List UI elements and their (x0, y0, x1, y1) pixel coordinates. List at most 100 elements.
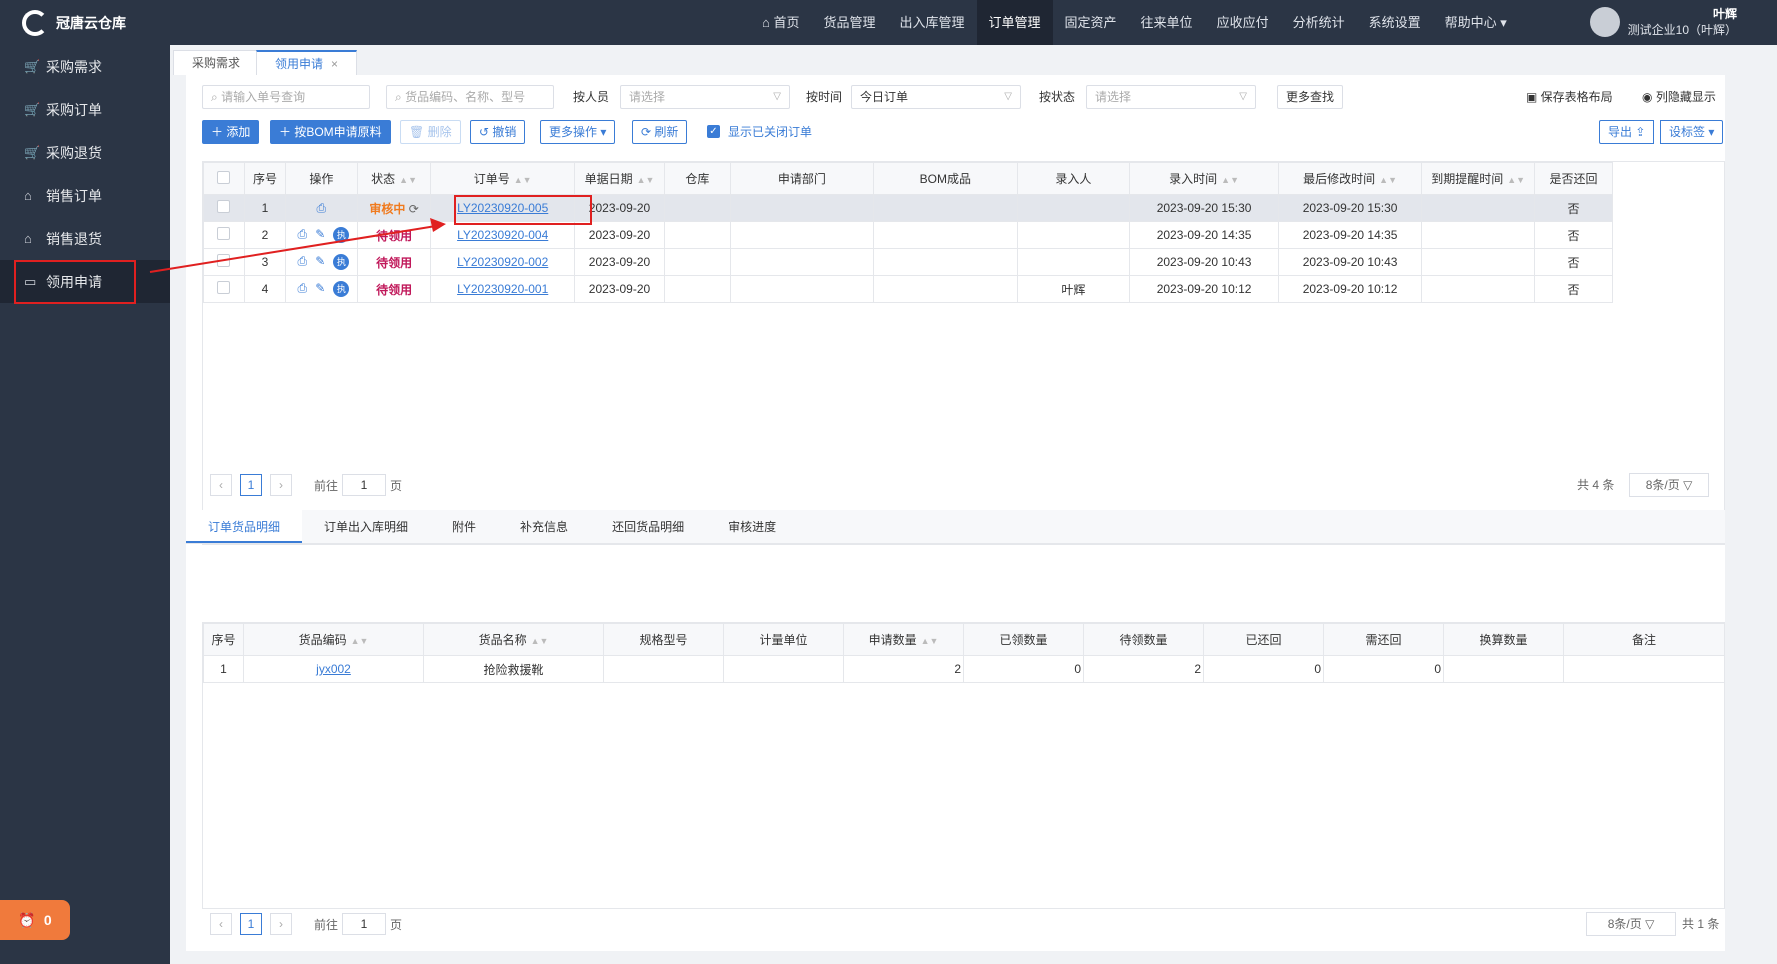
goto-page-input[interactable]: 1 (342, 474, 387, 496)
nav-item[interactable]: 应收应付 (1205, 0, 1281, 45)
goods-search-input[interactable]: ⌕ 货品编码、名称、型号 (386, 85, 554, 109)
nav-item[interactable]: 帮助中心 ▾ (1433, 0, 1519, 45)
delete-button[interactable]: 🗑 删除 (400, 120, 461, 144)
sidebar-item-sales-order[interactable]: ⌂ 销售订单 (0, 174, 170, 217)
entrant-select[interactable]: 请选择 ▽ (620, 85, 790, 109)
nav-item[interactable]: 订单管理 (976, 0, 1053, 45)
user-menu[interactable]: 叶辉 测试企业10（叶辉） (1589, 6, 1737, 38)
print-icon[interactable]: ⎙ (312, 201, 330, 216)
close-icon[interactable]: × (331, 57, 338, 71)
print-icon[interactable]: ⎙ (293, 227, 311, 242)
sort-icon[interactable]: ▲▼ (921, 636, 939, 646)
detail-tab[interactable]: 还回货品明细 (590, 510, 706, 543)
detail-tab[interactable]: 审核进度 (706, 510, 798, 543)
column-hide-link[interactable]: ◉ 列隐藏显示 (1642, 85, 1716, 109)
page-number[interactable]: 1 (240, 474, 262, 496)
next-page-button[interactable]: › (270, 474, 292, 496)
sort-icon[interactable]: ▲▼ (531, 636, 549, 646)
sort-icon[interactable]: ▲▼ (1507, 175, 1525, 185)
status-select[interactable]: 请选择 ▽ (1086, 85, 1256, 109)
detail-tab[interactable]: 订单出入库明细 (302, 510, 430, 543)
col-header[interactable]: 到期提醒时间 ▲▼ (1421, 162, 1536, 195)
detail-tab[interactable]: 订单货品明细 (186, 510, 303, 543)
col-header[interactable]: 状态 ▲▼ (356, 162, 432, 195)
detail-tab[interactable]: 补充信息 (498, 510, 590, 543)
export-button[interactable]: 导出 ⇪ (1599, 120, 1655, 144)
row-pending: 2 (1083, 655, 1204, 683)
tab-purchase-demand[interactable]: 采购需求 (173, 50, 260, 75)
next-page-button[interactable]: › (270, 913, 292, 935)
col-header[interactable]: 最后修改时间 ▲▼ (1277, 162, 1423, 195)
more-search-button[interactable]: 更多查找 (1277, 85, 1344, 109)
add-button[interactable]: ＋ 添加 (202, 120, 260, 144)
sort-icon[interactable]: ▲▼ (1221, 175, 1239, 185)
goto-page-input[interactable]: 1 (342, 913, 387, 935)
sidebar-item-purchase-order[interactable]: 🛒 采购订单 (0, 88, 170, 131)
nav-item[interactable]: ⌂ 首页 (750, 0, 811, 45)
col-header[interactable]: 货品名称 ▲▼ (423, 623, 604, 656)
col-header[interactable]: 订单号 ▲▼ (430, 162, 575, 195)
sort-icon[interactable]: ▲▼ (351, 636, 369, 646)
execute-badge[interactable]: 执 (333, 254, 350, 270)
order-link[interactable]: LY20230920-001 (457, 282, 548, 296)
status-label: 按状态 (1039, 90, 1076, 104)
set-tag-button[interactable]: 设标签 ▾ (1660, 120, 1724, 144)
row-checkbox[interactable] (217, 200, 231, 213)
edit-icon[interactable]: ✎ (311, 281, 329, 295)
print-icon[interactable]: ⎙ (293, 281, 311, 296)
bom-request-button[interactable]: ＋ 按BOM申请原料 (270, 120, 391, 144)
sort-icon[interactable]: ▲▼ (399, 175, 417, 185)
nav-item[interactable]: 往来单位 (1129, 0, 1205, 45)
time-select[interactable]: 今日订单 ▽ (851, 85, 1021, 109)
nav-item[interactable]: 出入库管理 (888, 0, 977, 45)
col-header[interactable]: 申请数量 ▲▼ (843, 623, 964, 656)
table-row[interactable]: 1 ⎙ 审核中 ⟳ LY20230920-005 2023-09-20 2023-09-2… (203, 194, 1613, 222)
row-checkbox[interactable] (217, 281, 231, 294)
alarm-button[interactable]: ⏰ 0 (0, 900, 70, 940)
nav-item[interactable]: 固定资产 (1053, 0, 1129, 45)
table-row[interactable]: 4 ⎙ ✎ 执待领用 LY20230920-001 2023-09-20 叶辉 2023-09… (203, 275, 1613, 303)
nav-item[interactable]: 分析统计 (1281, 0, 1357, 45)
tab-requisition[interactable]: 领用申请 × (256, 50, 358, 75)
sort-icon[interactable]: ▲▼ (514, 175, 532, 185)
nav-item[interactable]: 货品管理 (811, 0, 887, 45)
col-header[interactable]: 录入时间 ▲▼ (1129, 162, 1279, 195)
select-all-checkbox[interactable] (217, 170, 231, 184)
col-header[interactable]: 单据日期 ▲▼ (573, 162, 666, 195)
per-page-select[interactable]: 8条/页 ▽ (1629, 473, 1709, 497)
avatar[interactable] (1589, 7, 1620, 37)
order-no-search-input[interactable]: ⌕ 请输入单号查询 (202, 85, 370, 109)
row-checkbox[interactable] (217, 227, 231, 240)
order-link[interactable]: LY20230920-002 (457, 255, 548, 269)
row-checkbox[interactable] (217, 254, 231, 267)
sidebar-item-sales-return[interactable]: ⌂ 销售退货 (0, 217, 170, 260)
execute-badge[interactable]: 执 (333, 281, 350, 297)
sort-icon[interactable]: ▲▼ (1379, 175, 1397, 185)
edit-icon[interactable]: ✎ (311, 254, 329, 268)
prev-page-button[interactable]: ‹ (210, 474, 232, 496)
table-row[interactable]: 3 ⎙ ✎ 执 待领用 LY20230920-002 2023-09-20 2023-09-2… (203, 248, 1613, 276)
show-closed-checkbox[interactable]: ✓ (707, 125, 720, 138)
edit-icon[interactable]: ✎ (311, 227, 329, 241)
sidebar-item-purchase-demand[interactable]: 🛒 采购需求 (0, 45, 170, 88)
page-number[interactable]: 1 (240, 913, 262, 935)
revoke-button[interactable]: ↺ 撤销 (470, 120, 526, 144)
nav-item[interactable]: 系统设置 (1357, 0, 1433, 45)
sort-icon[interactable]: ▲▼ (637, 175, 655, 185)
order-link[interactable]: LY20230920-004 (457, 228, 548, 242)
prev-page-button[interactable]: ‹ (210, 913, 232, 935)
table-row[interactable]: 2 ⎙ ✎ 执 待领用 LY20230920-004 2023-09-20 2023-09-2… (203, 221, 1613, 249)
sidebar-item-purchase-return[interactable]: 🛒 采购退货 (0, 131, 170, 174)
sidebar-item-requisition[interactable]: ▭ 领用申请 (0, 259, 170, 304)
table-row[interactable]: 1 jyx002 抢险救援靴 2 0 2 0 0 (203, 655, 1725, 683)
execute-badge[interactable]: 执 (333, 227, 350, 243)
print-icon[interactable]: ⎙ (293, 254, 311, 269)
per-page-select[interactable]: 8条/页 ▽ (1586, 912, 1676, 936)
goods-code-link[interactable]: jyx002 (316, 662, 351, 676)
app-logo[interactable]: 冠唐云仓库 (0, 0, 170, 45)
col-header[interactable]: 货品编码 ▲▼ (243, 623, 424, 656)
detail-tab[interactable]: 附件 (430, 510, 498, 543)
save-layout-link[interactable]: ▣ 保存表格布局 (1526, 85, 1613, 109)
more-ops-button[interactable]: 更多操作 ▾ (540, 120, 616, 144)
refresh-button[interactable]: ⟳ 刷新 (632, 120, 688, 144)
